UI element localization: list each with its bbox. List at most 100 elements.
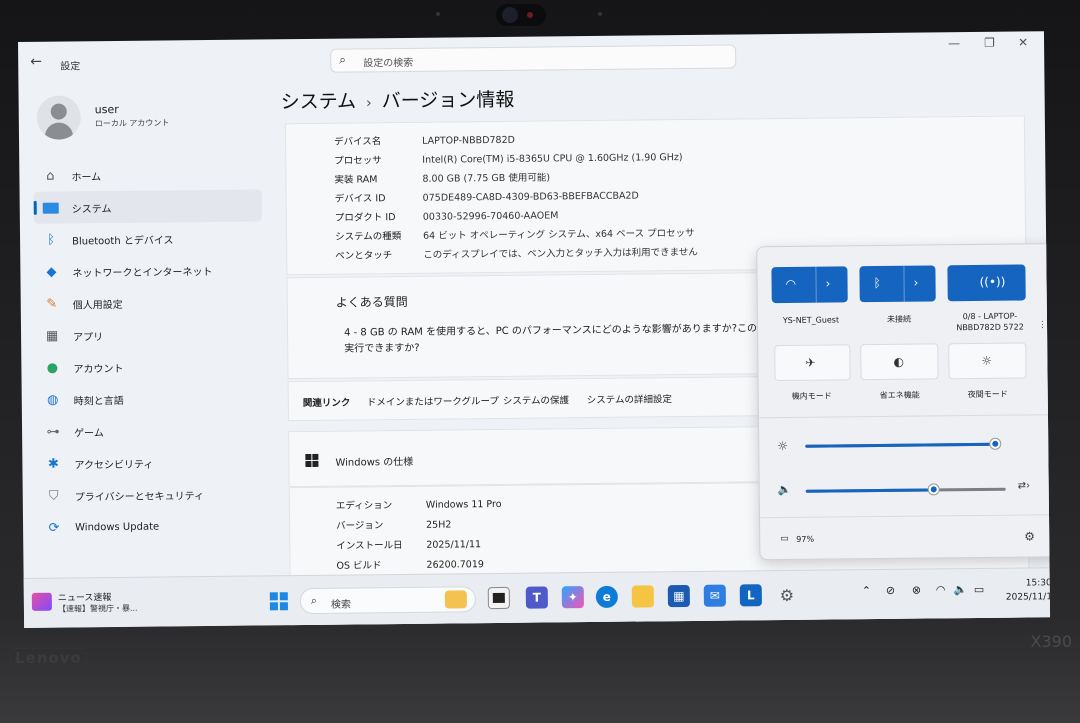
energy-saver-label: 省エネ機能 <box>879 390 920 400</box>
chevron-right-icon: › <box>366 95 372 112</box>
news-widget-title[interactable]: ニュース速報 <box>58 590 112 604</box>
spec-label: インストール日 <box>336 540 403 552</box>
maximize-button[interactable]: ❐ <box>984 36 995 50</box>
sidebar-item-bluetooth[interactable]: ᛒ Bluetooth とデバイス <box>34 221 262 255</box>
sidebar-item-accounts[interactable]: ● アカウント <box>35 349 263 383</box>
battery-saver-icon: ◐ <box>893 354 904 369</box>
sidebar-item-accessibility[interactable]: ✱ アクセシビリティ <box>36 445 264 479</box>
volume-icon[interactable]: 🔈 <box>954 583 968 596</box>
sidebar-item-windows-update[interactable]: ⟳ Windows Update <box>37 509 265 543</box>
settings-search-input[interactable]: ⌕ 設定の検索 <box>330 44 737 73</box>
sidebar-item-personalization[interactable]: ✎ 個人用設定 <box>35 285 263 319</box>
link-advanced-system-settings[interactable]: システムの詳細設定 <box>587 391 672 406</box>
gear-icon[interactable]: ⚙ <box>1024 529 1035 543</box>
copilot-icon[interactable]: ✦ <box>561 586 584 609</box>
spec-value: Intel(R) Core(TM) i5-8365U CPU @ 1.60GHz… <box>422 152 683 166</box>
breadcrumb-parent[interactable]: システム <box>281 90 357 113</box>
news-icon[interactable] <box>31 592 52 611</box>
spec-value: 075DE489-CA8D-4309-BD63-BBEFBACCBA2D <box>422 190 639 204</box>
outlook-icon[interactable]: ✉ <box>703 584 726 607</box>
volume-slider[interactable] <box>805 484 1006 500</box>
brush-icon: ✎ <box>46 296 58 312</box>
lenovo-logo: Lenovo <box>10 648 87 668</box>
battery-icon[interactable]: ▭ <box>974 583 985 596</box>
start-button[interactable] <box>269 592 288 611</box>
airplane-icon: ✈ <box>805 355 816 370</box>
faq-question[interactable]: 4 - 8 GB の RAM を使用すると、PC のパフォーマンスにどのような影… <box>344 321 764 357</box>
spec-label: デバイス ID <box>334 193 386 205</box>
sidebar-item-privacy[interactable]: ⛉ プライバシーとセキュリティ <box>37 477 265 511</box>
sidebar-item-label: プライバシーとセキュリティ <box>74 490 205 503</box>
spec-label: エディション <box>335 500 393 512</box>
clock-date[interactable]: 2025/11/12 <box>1006 592 1050 603</box>
bluetooth-icon: ᛒ <box>873 275 881 291</box>
spec-label: システムの種類 <box>335 230 402 243</box>
airplane-mode-tile[interactable]: ✈ <box>774 344 851 382</box>
bluetooth-tile[interactable]: ᛒ › <box>859 265 936 303</box>
related-links-heading: 関連リンク <box>302 397 351 410</box>
search-placeholder: 設定の検索 <box>363 57 414 70</box>
lenovo-vantage-icon[interactable]: L <box>739 584 762 607</box>
wifi-icon: ◠ <box>785 276 797 291</box>
sidebar-item-label: ネットワークとインターネット <box>72 266 213 279</box>
battery-icon[interactable]: ▭ <box>780 534 789 544</box>
app-title: 設定 <box>60 61 81 73</box>
account-icon: ● <box>46 360 59 376</box>
chevron-up-icon[interactable]: ⌃ <box>862 584 871 597</box>
minimize-button[interactable]: — <box>948 36 960 50</box>
camera-off-icon[interactable]: ⊘ <box>886 584 895 597</box>
page-down-icon[interactable]: ⋮ <box>1038 320 1047 330</box>
news-widget-headline[interactable]: 【速報】警視庁・暴... <box>58 603 138 615</box>
sidebar-item-time-language[interactable]: ◍ 時刻と言語 <box>36 381 264 415</box>
spec-value: 25H2 <box>426 519 452 531</box>
sidebar-item-gaming[interactable]: ⊶ ゲーム <box>36 413 264 447</box>
user-name: user <box>94 102 119 117</box>
taskbar-search[interactable]: ⌕ 検索 <box>299 586 476 615</box>
sidebar-item-apps[interactable]: ▦ アプリ <box>35 317 263 351</box>
close-circle-icon[interactable]: ⊗ <box>912 584 921 597</box>
link-domain-workgroup[interactable]: ドメインまたはワークグループ <box>367 393 499 408</box>
sidebar-item-home[interactable]: ⌂ ホーム <box>33 157 261 191</box>
spec-value: 2025/11/11 <box>426 539 482 551</box>
screen: ← 設定 ⌕ 設定の検索 — ❐ ✕ user ローカル アカウント ⌂ ホーム … <box>18 31 1051 628</box>
sidebar-item-network[interactable]: ◆ ネットワークとインターネット <box>34 253 262 287</box>
mobile-hotspot-tile[interactable]: ((•)) <box>947 264 1026 302</box>
volume-icon[interactable]: 🔈 <box>778 483 792 496</box>
task-view-icon[interactable] <box>487 586 510 610</box>
spec-value: LAPTOP-NBBD782D <box>422 134 515 147</box>
spec-value: Windows 11 Pro <box>425 498 502 511</box>
back-arrow-icon[interactable]: ← <box>30 54 42 70</box>
spec-row: システムの種類 64 ビット オペレーティング システム、x64 ベース プロセッ… <box>335 225 695 243</box>
sidebar-item-label: アカウント <box>73 363 124 375</box>
edge-icon[interactable]: e <box>595 585 618 608</box>
night-light-tile[interactable]: ☼ <box>948 342 1027 380</box>
avatar[interactable] <box>36 95 82 140</box>
wifi-icon[interactable]: ◠ <box>936 583 946 596</box>
sidebar-item-label: Bluetooth とデバイス <box>72 234 174 247</box>
settings-app-icon[interactable]: ⚙ <box>776 584 798 606</box>
sidebar-item-system[interactable]: システム <box>33 189 262 224</box>
clock-time[interactable]: 15:30 <box>1026 578 1050 588</box>
link-system-protection[interactable]: システムの保護 <box>503 392 569 407</box>
spec-row: OS ビルド 26200.7019 <box>336 556 484 572</box>
quick-settings-footer: ▭ 97% ⚙ <box>760 514 1051 562</box>
close-button[interactable]: ✕ <box>1018 35 1028 49</box>
file-explorer-icon[interactable] <box>631 585 654 608</box>
update-icon: ⟳ <box>48 520 60 536</box>
chevron-right-icon[interactable]: › <box>913 276 918 290</box>
wifi-tile[interactable]: ◠ › <box>771 266 848 304</box>
teams-icon[interactable]: T <box>525 586 548 609</box>
system-icon <box>42 199 60 217</box>
faq-title: よくある質問 <box>335 294 408 310</box>
spec-row: エディション Windows 11 Pro <box>336 496 502 512</box>
energy-saver-tile[interactable]: ◐ <box>860 343 939 381</box>
chevron-right-icon[interactable]: › <box>826 277 831 291</box>
search-icon: ⌕ <box>310 593 318 607</box>
brightness-slider[interactable] <box>805 438 1001 455</box>
bluetooth-icon: ᛒ <box>47 232 56 248</box>
page-title: バージョン情報 <box>381 88 515 113</box>
sidebar-nav: ⌂ ホーム システム ᛒ Bluetooth とデバイス ◆ ネットワークとインターネ… <box>33 157 265 543</box>
store-icon[interactable]: ▦ <box>667 584 690 608</box>
sidebar-item-label: ホーム <box>71 171 102 183</box>
audio-output-icon[interactable]: ⇄› <box>1018 480 1031 491</box>
